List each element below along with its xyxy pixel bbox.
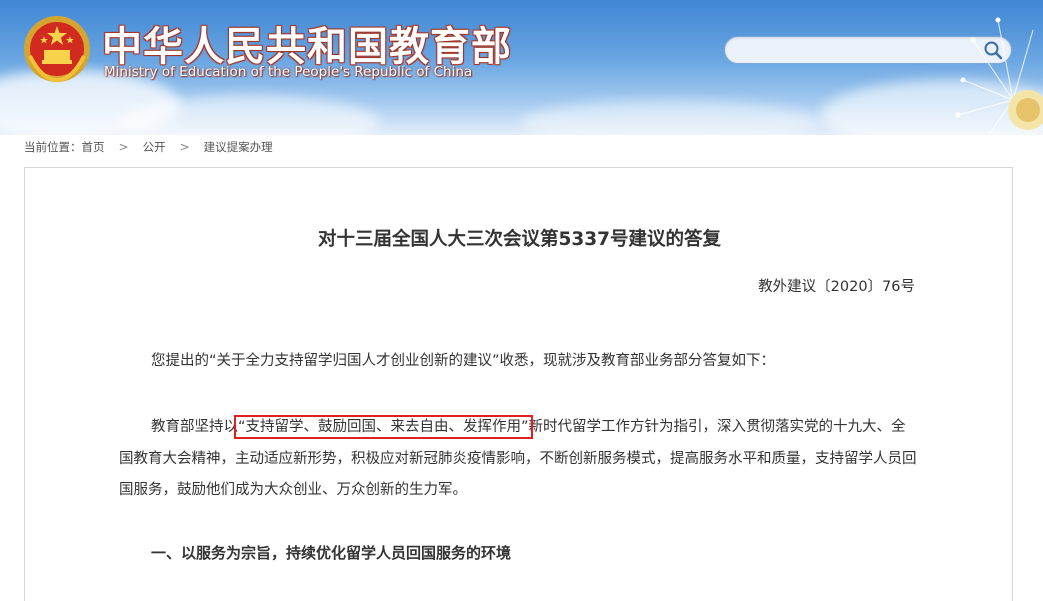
site-title-en: Ministry of Education of the People's Re… [104,64,473,80]
cloud-decoration [520,100,820,135]
section-heading-1: 一、以服务为宗旨，持续优化留学人员回国服务的环境 [151,544,512,562]
breadcrumb-separator: > [118,140,129,154]
breadcrumb-public-link[interactable]: 公开 [143,139,166,155]
breadcrumb-home-link[interactable]: 首页 [82,139,105,155]
breadcrumb-separator: > [179,140,190,154]
paragraph-text: 教育部坚持以 [151,419,238,435]
article-paragraph-2: 教育部坚持以“支持留学、鼓励回国、来去自由、发挥作用”新时代留学工作方针为指引，… [119,412,919,507]
article-panel: 对十三届全国人大三次会议第5337号建议的答复 教外建议〔2020〕76号 您提… [24,167,1013,601]
highlighted-policy-text: “支持留学、鼓励回国、来去自由、发挥作用” [234,415,533,439]
site-header: 中华人民共和国教育部 Ministry of Education of the … [0,0,1043,135]
site-title-cn: 中华人民共和国教育部 [102,24,512,70]
breadcrumb: 当前位置： 首页 > 公开 > 建议提案办理 [24,138,273,156]
article-paragraph-1: 您提出的“关于全力支持留学归国人才创业创新的建议”收悉，现就涉及教育部业务部分答… [151,353,776,369]
breadcrumb-proposal-link[interactable]: 建议提案办理 [204,139,273,155]
national-emblem-icon[interactable] [22,14,92,84]
dandelion-decoration-icon [955,17,1043,135]
breadcrumb-prefix: 当前位置： [24,140,82,154]
document-number: 教外建议〔2020〕76号 [758,279,915,295]
article-title: 对十三届全国人大三次会议第5337号建议的答复 [318,229,721,250]
